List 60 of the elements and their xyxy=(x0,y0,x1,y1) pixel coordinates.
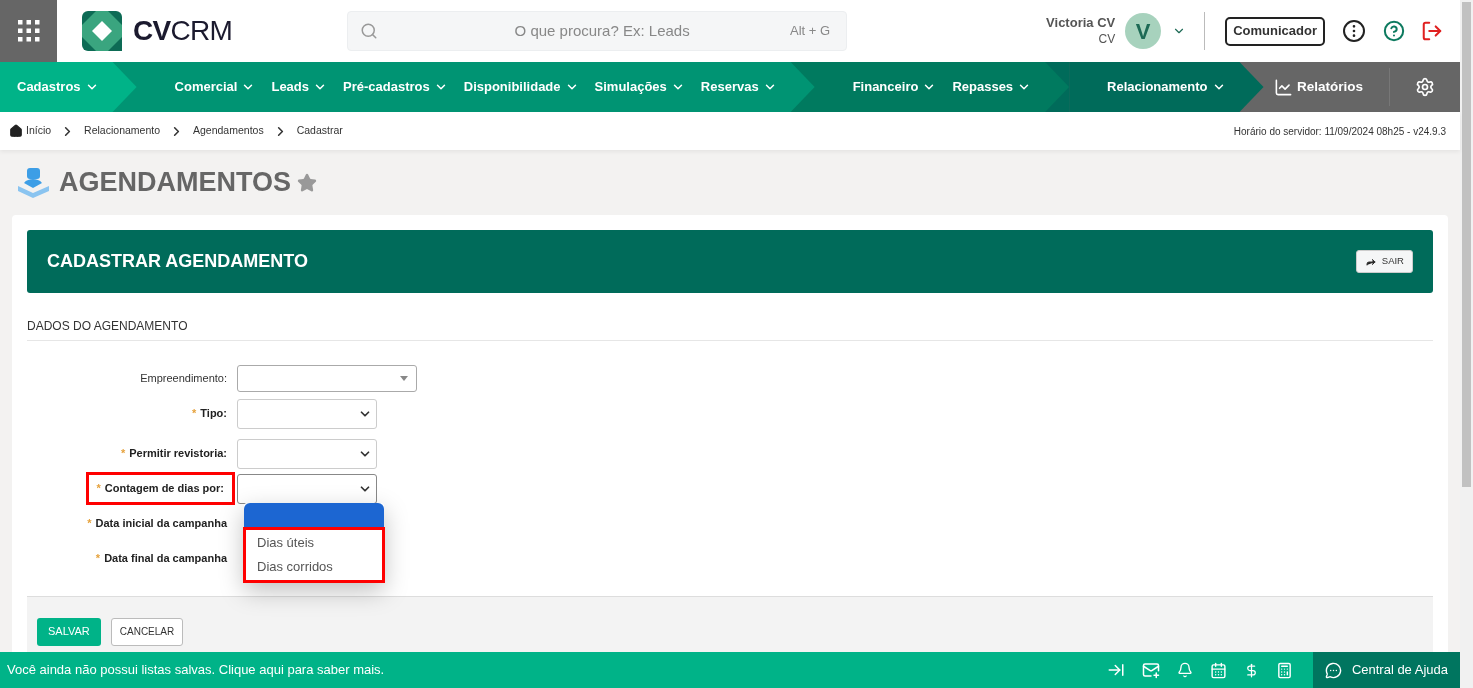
select-field[interactable] xyxy=(237,438,377,469)
saved-lists-link[interactable]: Você ainda não possui listas salvas. Clique aqui para saber mais. xyxy=(7,660,385,680)
field-label: * Contagem de dias por: xyxy=(85,472,235,505)
bell-icon[interactable] xyxy=(1176,662,1193,678)
chat-icon xyxy=(1324,661,1342,679)
server-time: Horário do servidor: 11/09/2024 08h25 - v24.9.3 xyxy=(1233,124,1446,139)
dropdown-option[interactable]: Dias úteis xyxy=(246,531,382,555)
nav-menu-item[interactable]: Repasses xyxy=(952,77,1032,97)
select-field[interactable] xyxy=(237,398,377,429)
calculator-icon[interactable] xyxy=(1275,661,1293,679)
nav-menu-item[interactable]: Disponibilidade xyxy=(463,77,579,97)
nav-menu-item[interactable]: Financeiro xyxy=(852,77,937,97)
page-title: AGENDAMENTOS xyxy=(59,166,292,200)
help-center-button[interactable]: Central de Ajuda xyxy=(1312,652,1460,688)
arrow-to-line-icon[interactable] xyxy=(1106,661,1125,679)
user-role: CV xyxy=(1098,31,1116,47)
nav-menu-item[interactable]: Reservas xyxy=(700,77,777,97)
home-icon xyxy=(9,124,23,138)
search-icon xyxy=(360,22,379,40)
dropdown-option[interactable]: Dias corridos xyxy=(246,555,382,579)
field-label: * Tipo: xyxy=(192,406,227,422)
field-label: * Permitir revistoria: xyxy=(120,446,227,462)
form-title: CADASTRAR AGENDAMENTO xyxy=(47,250,308,273)
nav-menu-item[interactable]: Simulações xyxy=(594,77,685,97)
avatar[interactable]: V xyxy=(1125,13,1162,49)
logo-wordmark: CVCRM xyxy=(133,14,233,48)
communicator-button[interactable]: Comunicador xyxy=(1225,16,1325,46)
user-name: Victoria CV xyxy=(1046,15,1116,32)
calendar-icon[interactable] xyxy=(1209,661,1227,679)
select-field[interactable] xyxy=(237,473,377,504)
logout-icon[interactable] xyxy=(1421,20,1443,42)
reports-menu-item[interactable]: Relatórios xyxy=(1273,62,1363,112)
grid-icon xyxy=(17,20,40,42)
mail-icon[interactable] xyxy=(1141,661,1160,679)
nav-menu-item[interactable]: Comercial xyxy=(174,77,256,97)
apps-menu-button[interactable] xyxy=(0,0,57,62)
save-button[interactable]: SALVAR xyxy=(37,617,101,646)
breadcrumb-link[interactable]: Relacionamento xyxy=(84,123,160,139)
line-chart-icon xyxy=(1273,77,1293,97)
breadcrumb-link[interactable]: Cadastrar xyxy=(296,123,343,139)
combobox-field[interactable] xyxy=(237,365,417,392)
field-label: Empreendimento: xyxy=(140,371,227,387)
calendar-person-icon xyxy=(18,167,49,198)
field-label: * Data final da campanha xyxy=(95,551,227,567)
settings-icon xyxy=(1415,77,1435,97)
caret-down-icon xyxy=(400,376,408,381)
breadcrumb-link[interactable]: Início xyxy=(26,123,52,139)
breadcrumb-link[interactable]: Agendamentos xyxy=(193,123,264,139)
exit-button[interactable]: SAIR xyxy=(1355,250,1413,273)
more-options-icon[interactable] xyxy=(1343,20,1365,42)
favorite-star-icon[interactable] xyxy=(297,172,318,193)
search-field[interactable]: O que procura? Ex: Leads Alt + G xyxy=(347,11,848,51)
shortcut-hint: Alt + G xyxy=(790,22,831,41)
nav-menu-item[interactable]: Pré-cadastros xyxy=(343,77,448,97)
field-label: * Data inicial da campanha xyxy=(87,516,227,532)
logo-icon xyxy=(82,11,122,51)
help-icon[interactable] xyxy=(1383,20,1405,42)
cancel-button[interactable]: CANCELAR xyxy=(110,617,184,646)
section-title: DADOS DO AGENDAMENTO xyxy=(27,317,1433,341)
nav-menu-item[interactable]: Leads xyxy=(271,77,328,97)
